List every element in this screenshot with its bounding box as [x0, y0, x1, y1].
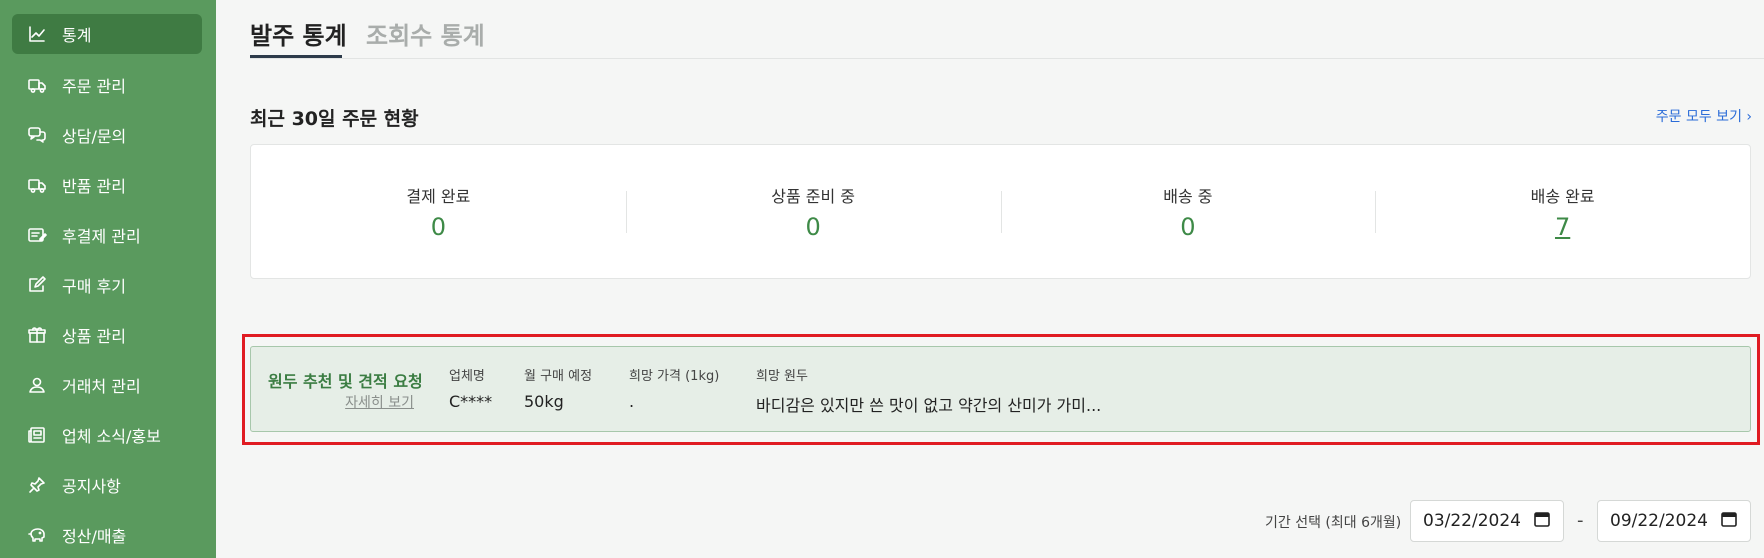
sidebar-item-notices[interactable]: 공지사항 — [12, 465, 202, 505]
section-title: 최근 30일 주문 현황 — [250, 108, 419, 130]
column-value: 50kg — [524, 392, 564, 411]
stat-value-link[interactable]: 7 — [1555, 213, 1570, 241]
sidebar-item-postpay[interactable]: 후결제 관리 — [12, 215, 202, 255]
view-all-orders-link[interactable]: 주문 모두 보기 › — [1656, 106, 1752, 126]
sidebar-item-label: 반품 관리 — [62, 177, 126, 196]
sidebar-item-statistics[interactable]: 통계 — [12, 14, 202, 54]
tab-order-statistics[interactable]: 발주 통계 — [250, 16, 347, 51]
end-date-input[interactable]: 09/22/2024 — [1597, 500, 1751, 542]
end-date-value: 09/22/2024 — [1610, 511, 1708, 531]
stat-value: 0 — [1180, 212, 1196, 241]
chart-line-icon — [26, 23, 48, 45]
sidebar-item-label: 주문 관리 — [62, 77, 126, 96]
view-details-link[interactable]: 자세히 보기 — [345, 392, 414, 412]
request-company: 업체명 C**** — [449, 365, 492, 411]
truck-icon — [26, 74, 48, 96]
stat-value: 0 — [430, 212, 447, 241]
review-pen-icon — [26, 274, 48, 296]
column-value: 바디감은 있지만 쓴 맛이 없고 약간의 산미가 가미... — [756, 396, 1102, 415]
sidebar-item-label: 상담/문의 — [62, 127, 127, 146]
active-tab-indicator — [250, 55, 342, 58]
truck-return-icon — [26, 174, 48, 196]
order-status-card: 결제 완료 0 상품 준비 중 0 배송 중 0 배송 완료 7 — [250, 144, 1751, 279]
calendar-icon[interactable] — [1533, 510, 1551, 533]
sidebar-item-consultations[interactable]: 상담/문의 — [12, 115, 202, 155]
sidebar-item-settlement[interactable]: 정산/매출 — [12, 515, 202, 555]
stat-paid: 결제 완료 0 — [251, 145, 626, 278]
sidebar-item-reviews[interactable]: 구매 후기 — [12, 265, 202, 305]
column-header: 희망 가격 (1kg) — [629, 369, 720, 384]
sidebar-item-news[interactable]: 업체 소식/홍보 — [12, 415, 202, 455]
sidebar-item-label: 공지사항 — [62, 477, 121, 496]
sidebar-item-label: 상품 관리 — [62, 327, 126, 346]
stat-label: 배송 중 — [1163, 186, 1213, 206]
column-header: 업체명 — [449, 369, 485, 384]
stat-delivered: 배송 완료 7 — [1375, 145, 1750, 278]
stat-label: 상품 준비 중 — [771, 186, 856, 206]
pin-icon — [26, 474, 48, 496]
stat-value: 0 — [805, 212, 821, 241]
stat-label: 배송 완료 — [1530, 186, 1595, 206]
request-desired-price: 희망 가격 (1kg) . — [629, 365, 719, 411]
sidebar-item-label: 후결제 관리 — [62, 227, 141, 246]
column-header: 희망 원두 — [756, 369, 808, 384]
sidebar-item-label: 정산/매출 — [62, 527, 127, 546]
start-date-input[interactable]: 03/22/2024 — [1410, 500, 1564, 542]
sidebar-item-orders[interactable]: 주문 관리 — [12, 65, 202, 105]
sidebar-item-label: 통계 — [62, 26, 92, 45]
request-desired-beans: 희망 원두 바디감은 있지만 쓴 맛이 없고 약간의 산미가 가미... — [756, 365, 1101, 416]
box-icon — [26, 324, 48, 346]
chat-bubbles-icon — [26, 124, 48, 146]
sidebar-item-products[interactable]: 상품 관리 — [12, 315, 202, 355]
sidebar: 통계 주문 관리 상담/문의 반품 관리 후결제 관리 구매 후기 상품 관리 … — [0, 0, 216, 558]
request-monthly-volume: 월 구매 예정 50kg — [524, 365, 592, 411]
tabs-divider — [250, 58, 1764, 59]
stat-shipping: 배송 중 0 — [1000, 145, 1376, 278]
tab-view-statistics[interactable]: 조회수 통계 — [366, 16, 485, 51]
person-icon — [26, 374, 48, 396]
sidebar-item-label: 업체 소식/홍보 — [62, 427, 161, 446]
date-separator: - — [1577, 510, 1584, 531]
sidebar-item-label: 구매 후기 — [62, 277, 126, 296]
stat-label: 결제 완료 — [406, 186, 471, 206]
sidebar-item-label: 거래처 관리 — [62, 377, 141, 396]
date-range-label: 기간 선택 (최대 6개월) — [1265, 515, 1402, 531]
column-header: 월 구매 예정 — [524, 369, 593, 384]
column-value: C**** — [449, 392, 493, 411]
sidebar-item-returns[interactable]: 반품 관리 — [12, 165, 202, 205]
newspaper-icon — [26, 424, 48, 446]
request-title: 원두 추천 및 견적 요청 — [268, 372, 423, 391]
quote-request-banner[interactable]: 원두 추천 및 견적 요청 자세히 보기 업체명 C**** 월 구매 예정 5… — [250, 346, 1751, 432]
column-value: . — [629, 392, 635, 411]
stat-preparing: 상품 준비 중 0 — [625, 145, 1001, 278]
edit-card-icon — [26, 224, 48, 246]
start-date-value: 03/22/2024 — [1423, 511, 1521, 531]
piggy-bank-icon — [26, 524, 48, 546]
calendar-icon[interactable] — [1720, 510, 1738, 533]
sidebar-item-partners[interactable]: 거래처 관리 — [12, 365, 202, 405]
